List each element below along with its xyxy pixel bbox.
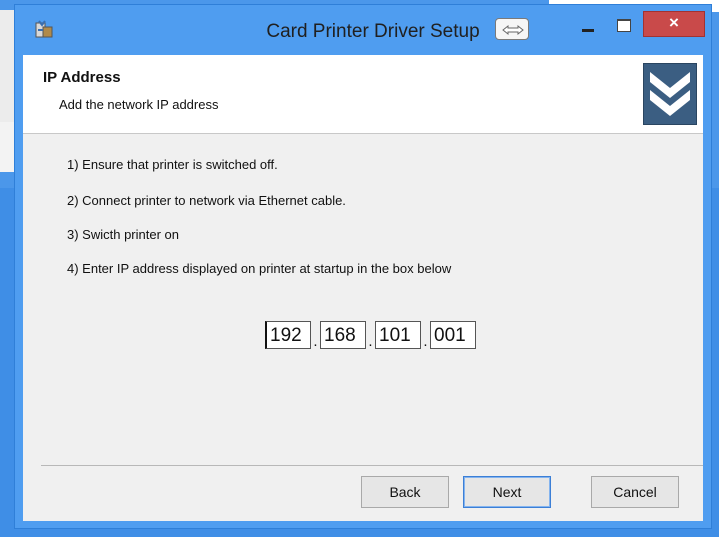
minimize-icon [582, 29, 594, 32]
ip-separator: . [423, 333, 428, 350]
instruction-step-2: 2) Connect printer to network via Ethern… [67, 193, 346, 208]
window-title: Card Printer Driver Setup [266, 21, 480, 42]
dialog-client-area: IP Address Add the network IP address 1)… [23, 55, 703, 521]
ip-separator: . [368, 333, 373, 350]
page-subtitle: Add the network IP address [59, 97, 219, 112]
instruction-step-3: 3) Swicth printer on [67, 227, 179, 242]
title-bar[interactable]: Card Printer Driver Setup × [15, 5, 711, 49]
double-chevron-down-icon [643, 63, 697, 125]
maximize-icon [617, 19, 631, 32]
back-button[interactable]: Back [361, 476, 449, 508]
ip-octet-3-input[interactable]: 101 [375, 321, 421, 349]
close-button[interactable]: × [643, 11, 705, 37]
ip-octet-4-input[interactable]: 001 [430, 321, 476, 349]
header-panel: IP Address Add the network IP address [23, 55, 703, 134]
cancel-button[interactable]: Cancel [591, 476, 679, 508]
setup-dialog: Card Printer Driver Setup × IP Address A… [14, 4, 712, 529]
minimize-button[interactable] [575, 15, 601, 37]
instruction-step-4: 4) Enter IP address displayed on printer… [67, 261, 452, 276]
next-button[interactable]: Next [463, 476, 551, 508]
page-title: IP Address [43, 69, 121, 86]
ip-address-field: 192 . 168 . 101 . 001 [265, 317, 476, 349]
close-icon: × [669, 13, 679, 32]
ip-octet-2-input[interactable]: 168 [320, 321, 366, 349]
footer-divider [41, 465, 703, 466]
instruction-step-1: 1) Ensure that printer is switched off. [67, 157, 278, 172]
ip-separator: . [313, 333, 318, 350]
resize-arrows-icon[interactable] [495, 18, 529, 40]
ip-octet-1-input[interactable]: 192 [265, 321, 311, 349]
maximize-button[interactable] [611, 15, 637, 37]
